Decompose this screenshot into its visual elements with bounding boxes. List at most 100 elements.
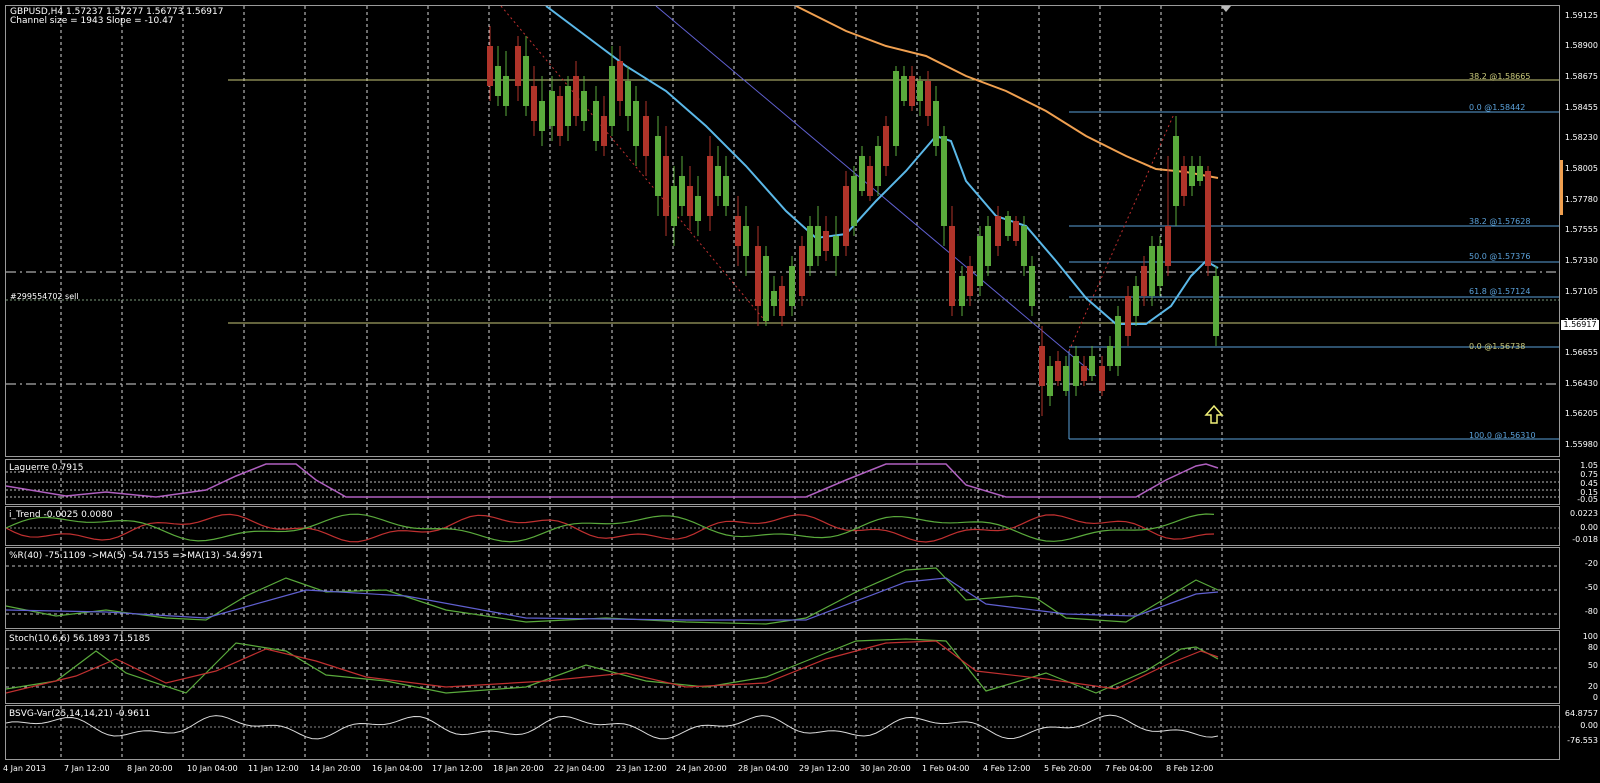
wpr-title: %R(40) -75.1109 ->MA(5) -54.7155 =>MA(13… <box>9 551 263 561</box>
price-tick: 1.57105 <box>1564 287 1598 296</box>
candle-body <box>723 176 729 206</box>
scale-tick: 0.00 <box>1580 523 1598 532</box>
fib-label-5: 61.8 @1.57124 <box>1469 287 1531 296</box>
date-label: 8 Jan 20:00 <box>127 764 173 773</box>
candle-body <box>933 101 939 146</box>
price-tick: 1.58455 <box>1564 103 1598 112</box>
candle-body <box>707 156 713 216</box>
candle-body <box>643 116 649 156</box>
candle-body <box>715 166 721 196</box>
itrend-scale: 0.0223 0.00 -0.018 <box>1560 506 1600 546</box>
candle-body <box>755 246 761 306</box>
scale-tick: 80 <box>1587 643 1598 652</box>
stoch-title: Stoch(10,6,6) 56.1893 71.5185 <box>9 634 151 644</box>
candle-body <box>663 156 669 216</box>
bsvg-canvas <box>6 706 1559 759</box>
candle-body <box>1189 166 1195 186</box>
candle-body <box>1099 366 1105 391</box>
candle-body <box>917 81 923 101</box>
candle-body <box>743 226 749 256</box>
wpr-pane[interactable]: %R(40) -75.1109 ->MA(5) -54.7155 =>MA(13… <box>5 547 1560 629</box>
stoch-pane[interactable]: Stoch(10,6,6) 56.1893 71.5185 <box>5 630 1560 704</box>
fib-label-1: 38.2 @1.58665 <box>1469 72 1531 81</box>
scale-tick: 1.05 <box>1580 461 1598 470</box>
laguerre-pane[interactable]: Laguerre 0.7915 <box>5 459 1560 505</box>
main-chart-pane[interactable]: GBPUSD,H4 1.57237 1.57277 1.56773 1.5691… <box>5 5 1560 457</box>
laguerre-title: Laguerre 0.7915 <box>9 463 84 473</box>
up-arrow-icon <box>1204 404 1224 424</box>
order-label[interactable]: #299554702 sell <box>10 292 79 302</box>
scroll-marker-icon <box>1560 160 1563 215</box>
candle-body <box>1081 366 1087 381</box>
candle-body <box>573 76 579 116</box>
scale-tick: 0.00 <box>1580 721 1598 730</box>
date-label: 14 Jan 20:00 <box>310 764 361 773</box>
candle-body <box>1005 216 1011 236</box>
candle-body <box>601 116 607 146</box>
candle-body <box>843 186 849 246</box>
candle-body <box>1125 296 1131 336</box>
candle-body <box>1157 246 1163 286</box>
date-label: 7 Jan 12:00 <box>64 764 110 773</box>
candle-body <box>789 266 795 306</box>
candle-body <box>763 256 769 321</box>
scale-tick: -80 <box>1584 607 1598 616</box>
candle-body <box>531 86 537 121</box>
date-axis: 4 Jan 2013 7 Jan 12:00 8 Jan 20:00 10 Ja… <box>0 760 1600 783</box>
scale-tick: 0.75 <box>1580 470 1598 479</box>
price-tick: 1.56205 <box>1564 409 1598 418</box>
price-chart-canvas <box>6 6 1559 456</box>
candle-body <box>833 236 839 256</box>
candle-body <box>695 196 701 221</box>
date-label: 7 Feb 04:00 <box>1105 764 1153 773</box>
date-label: 1 Feb 04:00 <box>922 764 970 773</box>
candle-body <box>1039 346 1045 386</box>
price-tick: 1.55980 <box>1564 440 1598 449</box>
candle-body <box>687 186 693 216</box>
date-label: 18 Jan 20:00 <box>493 764 544 773</box>
candle-body <box>581 91 587 121</box>
candle-body <box>515 46 521 86</box>
price-tick: 1.57780 <box>1564 195 1598 204</box>
candle-body <box>867 166 873 196</box>
stoch-canvas <box>6 631 1559 703</box>
candle-body <box>495 66 501 96</box>
candle-body <box>909 76 915 106</box>
stoch-scale: 100 80 50 20 0 <box>1560 630 1600 704</box>
candle-body <box>625 81 631 116</box>
candle-body <box>771 291 777 306</box>
candle-body <box>799 246 805 296</box>
candle-body <box>823 231 829 251</box>
itrend-pane[interactable]: i_Trend -0.0025 0.0080 <box>5 506 1560 546</box>
price-tick: 1.57555 <box>1564 225 1598 234</box>
price-tick: 1.59125 <box>1564 11 1598 20</box>
fib-label-7: 100.0 @1.56310 <box>1469 431 1536 440</box>
date-label: 10 Jan 04:00 <box>187 764 238 773</box>
scale-tick: -0.018 <box>1572 535 1598 544</box>
bsvg-pane[interactable]: BSVG-Var(25,14,14,21) -0.9611 <box>5 705 1560 760</box>
date-label: 16 Jan 04:00 <box>372 764 423 773</box>
candle-body <box>671 186 677 226</box>
candle-body <box>1115 316 1121 366</box>
candle-body <box>995 216 1001 246</box>
price-scale[interactable]: 1.59125 1.58900 1.58675 1.58455 1.58230 … <box>1560 5 1600 457</box>
scale-tick: 100 <box>1582 632 1598 641</box>
date-label: 11 Jan 12:00 <box>248 764 299 773</box>
candle-body <box>565 86 571 126</box>
fib-label-4: 50.0 @1.57376 <box>1469 252 1531 261</box>
candle-body <box>949 226 955 306</box>
scale-tick: -76.553 <box>1567 736 1598 745</box>
laguerre-scale: 1.05 0.75 0.45 0.15 -0.05 <box>1560 459 1600 505</box>
candle-body <box>1107 346 1113 366</box>
channel-line <box>655 6 1097 377</box>
candle-body <box>1029 266 1035 306</box>
bsvg-title: BSVG-Var(25,14,14,21) -0.9611 <box>9 709 151 719</box>
candle-body <box>487 46 493 86</box>
laguerre-canvas <box>6 460 1559 504</box>
stoch-main-line <box>6 638 1219 694</box>
candle-body <box>959 276 965 306</box>
candle-body <box>1055 361 1061 381</box>
candle-body <box>1181 166 1187 196</box>
scale-tick: 50 <box>1587 661 1598 670</box>
date-label: 8 Feb 12:00 <box>1166 764 1214 773</box>
